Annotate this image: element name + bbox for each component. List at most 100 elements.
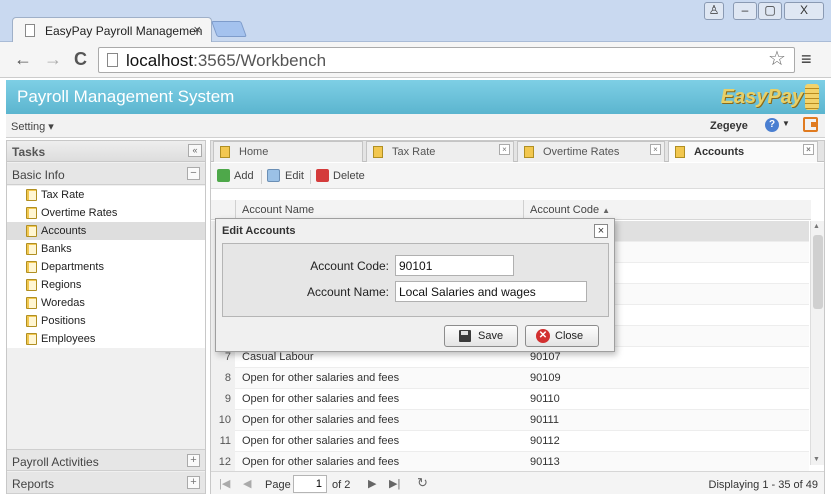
delete-button[interactable]: Delete (316, 169, 365, 182)
first-page-icon[interactable]: |◀ (219, 477, 230, 490)
bookmark-star-icon[interactable]: ☆ (768, 46, 786, 71)
row-number: 10 (211, 410, 235, 431)
nav-item-tax-rate[interactable]: Tax Rate (7, 186, 205, 204)
nav-item-accounts[interactable]: Accounts (7, 222, 205, 240)
tab-label: Accounts (694, 146, 745, 158)
nav-item-banks[interactable]: Banks (7, 240, 205, 258)
last-page-icon[interactable]: ▶| (389, 477, 400, 490)
help-dropdown-icon[interactable]: ▼ (782, 119, 790, 128)
sort-ascending-icon: ▲ (602, 206, 611, 215)
cell-account-code: 90109 (530, 372, 561, 384)
grid-scrollbar[interactable]: ▲ ▼ (810, 221, 824, 465)
nav-item-label: Positions (41, 315, 86, 327)
tab-overtime-rates[interactable]: Overtime Rates × (517, 141, 665, 162)
cell-account-name: Casual Labour (242, 351, 314, 363)
collapse-panel-button[interactable]: « (188, 144, 202, 157)
folder-icon (26, 297, 37, 309)
table-row[interactable]: 12 Open for other salaries and fees 90113 (211, 452, 809, 473)
collapse-section-button[interactable]: − (187, 167, 200, 180)
account-code-field[interactable] (395, 255, 514, 276)
section-payroll-activities[interactable]: Payroll Activities + (7, 449, 205, 471)
minimize-button[interactable]: – (733, 2, 757, 20)
table-row[interactable]: 8 Open for other salaries and fees 90109 (211, 368, 809, 389)
tab-close-icon[interactable]: × (803, 144, 814, 155)
folder-icon (26, 279, 37, 291)
tab-close-icon[interactable]: × (650, 144, 661, 155)
browser-tab[interactable]: EasyPay Payroll Managemen × (12, 17, 212, 43)
help-icon[interactable]: ? (765, 118, 779, 132)
expand-section-button[interactable]: + (187, 476, 200, 489)
new-tab-button[interactable] (211, 21, 247, 37)
page-icon (25, 24, 35, 37)
scroll-up-icon[interactable]: ▲ (813, 223, 820, 230)
edit-icon (267, 169, 280, 182)
refresh-icon[interactable]: ↻ (417, 475, 428, 491)
grid-toolbar: Add Edit Delete (211, 163, 824, 189)
cell-account-code: 90111 (530, 414, 559, 426)
dialog-close-icon[interactable]: × (594, 224, 608, 238)
table-row[interactable]: 11 Open for other salaries and fees 90112 (211, 431, 809, 452)
nav-item-regions[interactable]: Regions (7, 276, 205, 294)
dialog-form: Account Code: Account Name: (222, 243, 609, 317)
tasks-panel-header: Tasks « (7, 141, 205, 162)
grid-header: Account Name Account Code ▲ (211, 200, 811, 220)
column-divider (523, 200, 524, 220)
nav-item-employees[interactable]: Employees (7, 330, 205, 348)
scroll-thumb[interactable] (813, 235, 823, 309)
nav-item-label: Employees (41, 333, 96, 345)
save-label: Save (478, 330, 504, 342)
table-row[interactable]: 9 Open for other salaries and fees 90110 (211, 389, 809, 410)
column-header-label: Account Code (530, 204, 600, 216)
page-icon (107, 53, 118, 67)
edit-button[interactable]: Edit (267, 169, 304, 182)
back-button[interactable]: ← (14, 50, 32, 68)
scroll-down-icon[interactable]: ▼ (813, 456, 820, 463)
browser-menu-icon[interactable]: ≡ (801, 49, 812, 70)
user-profile-button[interactable]: ♙ (704, 2, 724, 20)
reload-button[interactable]: C (74, 50, 87, 68)
folder-icon (26, 261, 37, 273)
content-tabbar: Home Tax Rate × Overtime Rates × Account… (211, 141, 824, 162)
table-row[interactable]: 10 Open for other salaries and fees 90111 (211, 410, 809, 431)
add-button[interactable]: Add (217, 169, 254, 182)
row-number: 11 (211, 431, 235, 452)
tab-close-icon[interactable]: × (499, 144, 510, 155)
save-icon (459, 330, 471, 342)
section-basic-info[interactable]: Basic Info − (7, 163, 205, 185)
setting-menu-button[interactable]: Setting ▾ (11, 120, 54, 133)
expand-section-button[interactable]: + (187, 454, 200, 467)
folder-icon (26, 207, 37, 219)
dialog-title: Edit Accounts (222, 225, 296, 237)
tab-close-icon[interactable]: × (193, 22, 201, 37)
app-header: Payroll Management System EasyPay (6, 80, 825, 114)
tab-accounts[interactable]: Accounts × (668, 141, 818, 162)
user-name: Zegeye (710, 120, 748, 132)
next-page-icon[interactable]: ▶ (368, 477, 376, 490)
app-toolbar: Setting ▾ Zegeye ? ▼ (6, 114, 825, 138)
maximize-button[interactable]: ▢ (758, 2, 782, 20)
nav-item-overtime-rates[interactable]: Overtime Rates (7, 204, 205, 222)
close-button[interactable]: ✕ Close (525, 325, 599, 347)
logout-icon[interactable] (803, 117, 818, 132)
tab-home[interactable]: Home (213, 141, 363, 162)
folder-icon (26, 243, 37, 255)
nav-item-label: Overtime Rates (41, 207, 118, 219)
nav-item-positions[interactable]: Positions (7, 312, 205, 330)
window-close-button[interactable]: X (784, 2, 824, 20)
close-icon: ✕ (536, 329, 550, 343)
nav-item-label: Banks (41, 243, 72, 255)
edit-accounts-dialog: Edit Accounts × Account Code: Account Na… (215, 218, 615, 352)
account-name-field[interactable] (395, 281, 587, 302)
prev-page-icon[interactable]: ◀ (243, 477, 251, 490)
section-reports[interactable]: Reports + (7, 472, 205, 494)
nav-item-label: Departments (41, 261, 104, 273)
tab-tax-rate[interactable]: Tax Rate × (366, 141, 514, 162)
column-header-account-code[interactable]: Account Code ▲ (530, 204, 610, 216)
address-bar[interactable]: localhost:3565/Workbench (98, 47, 795, 73)
save-button[interactable]: Save (444, 325, 518, 347)
nav-item-departments[interactable]: Departments (7, 258, 205, 276)
nav-item-woredas[interactable]: Woredas (7, 294, 205, 312)
column-header-account-name[interactable]: Account Name (242, 204, 314, 216)
forward-button[interactable]: → (44, 50, 62, 68)
page-number-input[interactable] (293, 475, 327, 493)
